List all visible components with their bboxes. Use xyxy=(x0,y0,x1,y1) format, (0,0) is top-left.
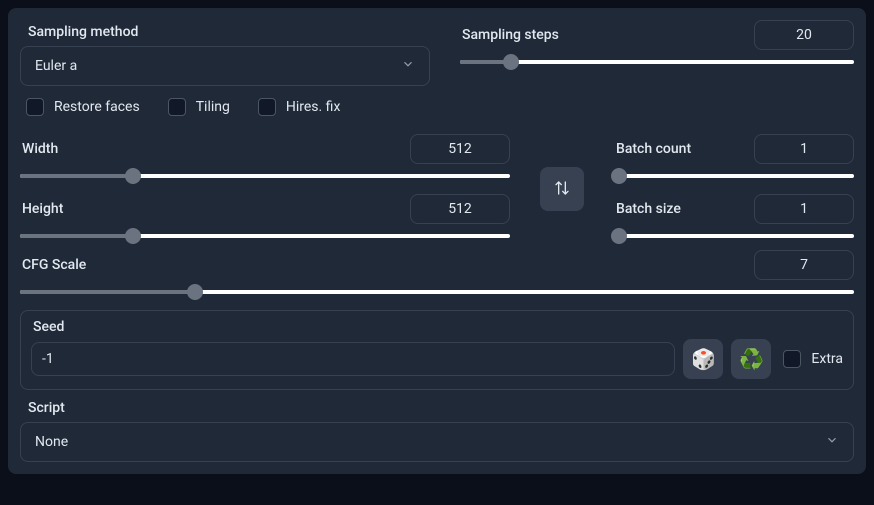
width-slider[interactable] xyxy=(20,174,510,178)
cfg-scale-value[interactable]: 7 xyxy=(754,250,854,280)
cfg-scale-label: CFG Scale xyxy=(22,257,86,273)
sampling-row: Sampling method Euler a Sampling steps 2… xyxy=(20,20,854,86)
batch-count-slider[interactable] xyxy=(614,174,854,178)
width-label: Width xyxy=(22,141,58,157)
random-seed-button[interactable]: 🎲 xyxy=(683,339,723,379)
swap-icon xyxy=(554,180,570,199)
dimensions-column: Width 512 Height 512 xyxy=(20,134,510,244)
sampling-method-value: Euler a xyxy=(35,58,77,74)
cfg-scale-field: CFG Scale 7 xyxy=(20,250,854,294)
sampling-steps-label: Sampling steps xyxy=(462,27,559,43)
script-value: None xyxy=(35,434,68,450)
sampling-method-select[interactable]: Euler a xyxy=(20,46,430,86)
dimensions-row: Width 512 Height 512 xyxy=(20,134,854,244)
script-select[interactable]: None xyxy=(20,422,854,462)
extra-label: Extra xyxy=(811,351,843,367)
script-label: Script xyxy=(28,400,854,416)
sampling-method-label: Sampling method xyxy=(28,24,430,40)
chevron-down-icon xyxy=(825,433,839,451)
checkbox-icon xyxy=(168,98,186,116)
batch-count-value[interactable]: 1 xyxy=(754,134,854,164)
height-label: Height xyxy=(22,201,63,217)
batch-column: Batch count 1 Batch size 1 xyxy=(614,134,854,244)
checkbox-icon xyxy=(26,98,44,116)
hires-fix-checkbox[interactable]: Hires. fix xyxy=(258,98,341,116)
extra-checkbox[interactable]: Extra xyxy=(783,350,843,368)
seed-group: Seed -1 🎲 ♻️ Extra xyxy=(20,310,854,390)
restore-faces-checkbox[interactable]: Restore faces xyxy=(26,98,140,116)
swap-dimensions-button[interactable] xyxy=(540,167,584,211)
dice-icon: 🎲 xyxy=(691,347,716,372)
batch-size-label: Batch size xyxy=(616,201,681,217)
width-value[interactable]: 512 xyxy=(410,134,510,164)
generation-settings-panel: Sampling method Euler a Sampling steps 2… xyxy=(8,8,866,474)
height-value[interactable]: 512 xyxy=(410,194,510,224)
recycle-icon: ♻️ xyxy=(739,347,764,372)
cfg-scale-slider[interactable] xyxy=(20,290,854,294)
seed-input[interactable]: -1 xyxy=(31,342,675,376)
checkbox-row: Restore faces Tiling Hires. fix xyxy=(20,86,854,134)
sampling-method-field: Sampling method Euler a xyxy=(20,20,430,86)
restore-faces-label: Restore faces xyxy=(54,99,140,115)
batch-count-label: Batch count xyxy=(616,141,691,157)
reuse-seed-button[interactable]: ♻️ xyxy=(731,339,771,379)
chevron-down-icon xyxy=(401,57,415,75)
checkbox-icon xyxy=(258,98,276,116)
script-group: Script None xyxy=(20,400,854,462)
sampling-steps-field: Sampling steps 20 xyxy=(460,20,854,86)
tiling-checkbox[interactable]: Tiling xyxy=(168,98,230,116)
seed-label: Seed xyxy=(33,319,843,335)
height-slider[interactable] xyxy=(20,234,510,238)
batch-size-value[interactable]: 1 xyxy=(754,194,854,224)
tiling-label: Tiling xyxy=(196,99,230,115)
hires-fix-label: Hires. fix xyxy=(286,99,341,115)
sampling-steps-value[interactable]: 20 xyxy=(754,20,854,50)
batch-size-slider[interactable] xyxy=(614,234,854,238)
sampling-steps-slider[interactable] xyxy=(460,60,854,64)
checkbox-icon xyxy=(783,350,801,368)
